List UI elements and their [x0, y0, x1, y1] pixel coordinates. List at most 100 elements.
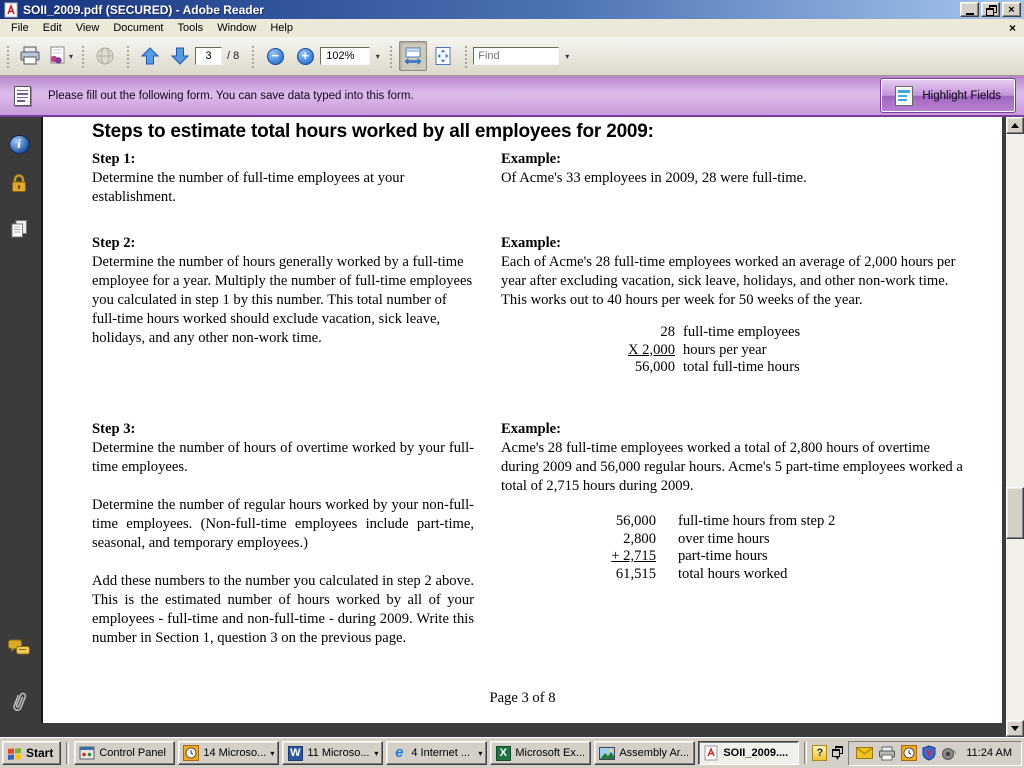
- chevron-down-icon: ▾: [270, 749, 274, 758]
- example1-text: Of Acme's 33 employees in 2009, 28 were …: [501, 169, 969, 188]
- chevron-down-icon: ▾: [376, 52, 380, 61]
- step3-label: Step 3:: [92, 420, 474, 439]
- toolbar-grip[interactable]: [250, 44, 255, 68]
- task-soii-pdf-active[interactable]: SOII_2009....: [698, 741, 799, 765]
- task-group-word[interactable]: W 11 Microso... ▾: [282, 741, 383, 765]
- restore-button[interactable]: [981, 2, 1000, 17]
- toolbar-grip[interactable]: [125, 44, 130, 68]
- web-capture-button-disabled: [91, 41, 119, 71]
- window-list-button[interactable]: ▾: [832, 746, 842, 761]
- arrow-up-icon: [1011, 123, 1019, 128]
- step1-label: Step 1:: [92, 150, 474, 169]
- taskbar-divider[interactable]: [804, 742, 807, 764]
- close-document-icon[interactable]: ×: [1009, 23, 1016, 33]
- mail-tray-icon[interactable]: [856, 747, 873, 759]
- how-to-info-button[interactable]: i: [7, 132, 31, 156]
- minimize-button[interactable]: [960, 2, 979, 17]
- menu-tools[interactable]: Tools: [171, 20, 211, 36]
- minimize-icon: [966, 13, 974, 15]
- print-button[interactable]: [16, 41, 44, 71]
- lock-icon: [9, 172, 29, 194]
- help-tray-button[interactable]: ?: [812, 745, 827, 761]
- find-input[interactable]: [473, 47, 559, 65]
- task-excel[interactable]: X Microsoft Ex...: [490, 741, 591, 765]
- task-control-panel[interactable]: Control Panel: [74, 741, 175, 765]
- menu-help[interactable]: Help: [263, 20, 300, 36]
- highlight-fields-button[interactable]: Highlight Fields: [881, 79, 1015, 112]
- menu-file[interactable]: File: [4, 20, 36, 36]
- chevron-down-icon[interactable]: ▾: [69, 52, 73, 61]
- globe-icon: [94, 46, 116, 66]
- scroll-down-button[interactable]: [1006, 720, 1024, 737]
- menu-window[interactable]: Window: [210, 20, 263, 36]
- chevron-down-icon: ▾: [565, 52, 569, 61]
- step2-label: Step 2:: [92, 234, 474, 253]
- toolbar-grip[interactable]: [5, 44, 10, 68]
- windows-logo-icon: [7, 746, 22, 760]
- chevron-down-icon: ▾: [478, 749, 482, 758]
- calc-label: total hours worked: [656, 566, 835, 584]
- step3-paragraph-1: Determine the number of hours of overtim…: [92, 439, 474, 477]
- paperclip-icon: [9, 690, 29, 716]
- volume-tray-icon[interactable]: [941, 746, 956, 761]
- toolbar-grip[interactable]: [388, 44, 393, 68]
- toolbar-grip[interactable]: [80, 44, 85, 68]
- antivirus-shield-icon[interactable]: V: [922, 745, 936, 761]
- pages-panel-button[interactable]: [7, 217, 31, 241]
- find-dropdown-button[interactable]: ▾: [559, 47, 573, 65]
- reminder-clock-icon: [183, 745, 199, 761]
- example2-text: Each of Acme's 28 full-time employees wo…: [501, 253, 969, 310]
- attachments-panel-button[interactable]: [7, 691, 31, 715]
- printer-tray-icon[interactable]: [878, 746, 896, 761]
- task-assembly-image[interactable]: Assembly Ar...: [594, 741, 695, 765]
- form-document-icon: [14, 86, 31, 106]
- step1-block: Step 1: Determine the number of full-tim…: [92, 150, 474, 207]
- arrow-up-icon: [140, 46, 160, 66]
- zoom-level-value[interactable]: 102%: [320, 47, 370, 65]
- menu-view[interactable]: View: [69, 20, 107, 36]
- scrollbar-track[interactable]: [1006, 134, 1024, 720]
- adobe-reader-app-icon: [3, 2, 19, 18]
- step3-paragraph-3: Add these numbers to the number you calc…: [92, 572, 474, 648]
- scroll-up-button[interactable]: [1006, 117, 1024, 134]
- example3-text: Acme's 28 full-time employees worked a t…: [501, 439, 969, 496]
- start-button[interactable]: Start: [2, 741, 61, 765]
- comments-icon: [7, 638, 31, 658]
- taskbar-divider[interactable]: [66, 742, 69, 764]
- menu-document[interactable]: Document: [106, 20, 170, 36]
- page-number-input[interactable]: [195, 47, 222, 65]
- calc-value: 56,000: [621, 359, 683, 377]
- share-document-button[interactable]: ▾: [46, 41, 74, 71]
- menu-edit[interactable]: Edit: [36, 20, 69, 36]
- close-button[interactable]: ×: [1002, 2, 1021, 17]
- scrolling-mode-button[interactable]: [399, 41, 427, 71]
- toolbar-grip[interactable]: [463, 44, 468, 68]
- step3-block: Step 3: Determine the number of hours of…: [92, 420, 474, 648]
- comments-panel-button[interactable]: [7, 636, 31, 660]
- clock-tray-icon[interactable]: [901, 745, 917, 761]
- share-document-icon: [47, 46, 67, 66]
- scrollbar-thumb[interactable]: [1006, 487, 1024, 539]
- zoom-dropdown-button[interactable]: ▾: [370, 47, 383, 65]
- calc-value-underlined: + 2,715: [611, 548, 656, 564]
- document-heading: Steps to estimate total hours worked by …: [92, 121, 654, 143]
- task-group-internet-explorer[interactable]: e 4 Internet ... ▾: [386, 741, 487, 765]
- restore-icon: [986, 5, 996, 14]
- picture-icon: [599, 745, 615, 761]
- navigation-pane: i: [0, 117, 38, 737]
- fit-page-button[interactable]: [429, 41, 457, 71]
- task-group-outlook[interactable]: 14 Microso... ▾: [178, 741, 279, 765]
- zoom-in-button[interactable]: +: [291, 41, 319, 71]
- security-settings-button[interactable]: [7, 171, 31, 195]
- example2-block: Example: Each of Acme's 28 full-time emp…: [501, 234, 969, 377]
- task-label: 14 Microso...: [203, 747, 266, 759]
- zoom-out-button[interactable]: −: [261, 41, 289, 71]
- example1-block: Example: Of Acme's 33 employees in 2009,…: [501, 150, 969, 188]
- next-page-button[interactable]: [166, 41, 194, 71]
- task-label: Control Panel: [99, 747, 166, 759]
- calc-value: 28: [621, 324, 683, 342]
- example3-block: Example: Acme's 28 full-time employees w…: [501, 420, 969, 583]
- page-footer: Page 3 of 8: [43, 690, 1002, 707]
- step2-text: Determine the number of hours generally …: [92, 253, 474, 348]
- previous-page-button[interactable]: [136, 41, 164, 71]
